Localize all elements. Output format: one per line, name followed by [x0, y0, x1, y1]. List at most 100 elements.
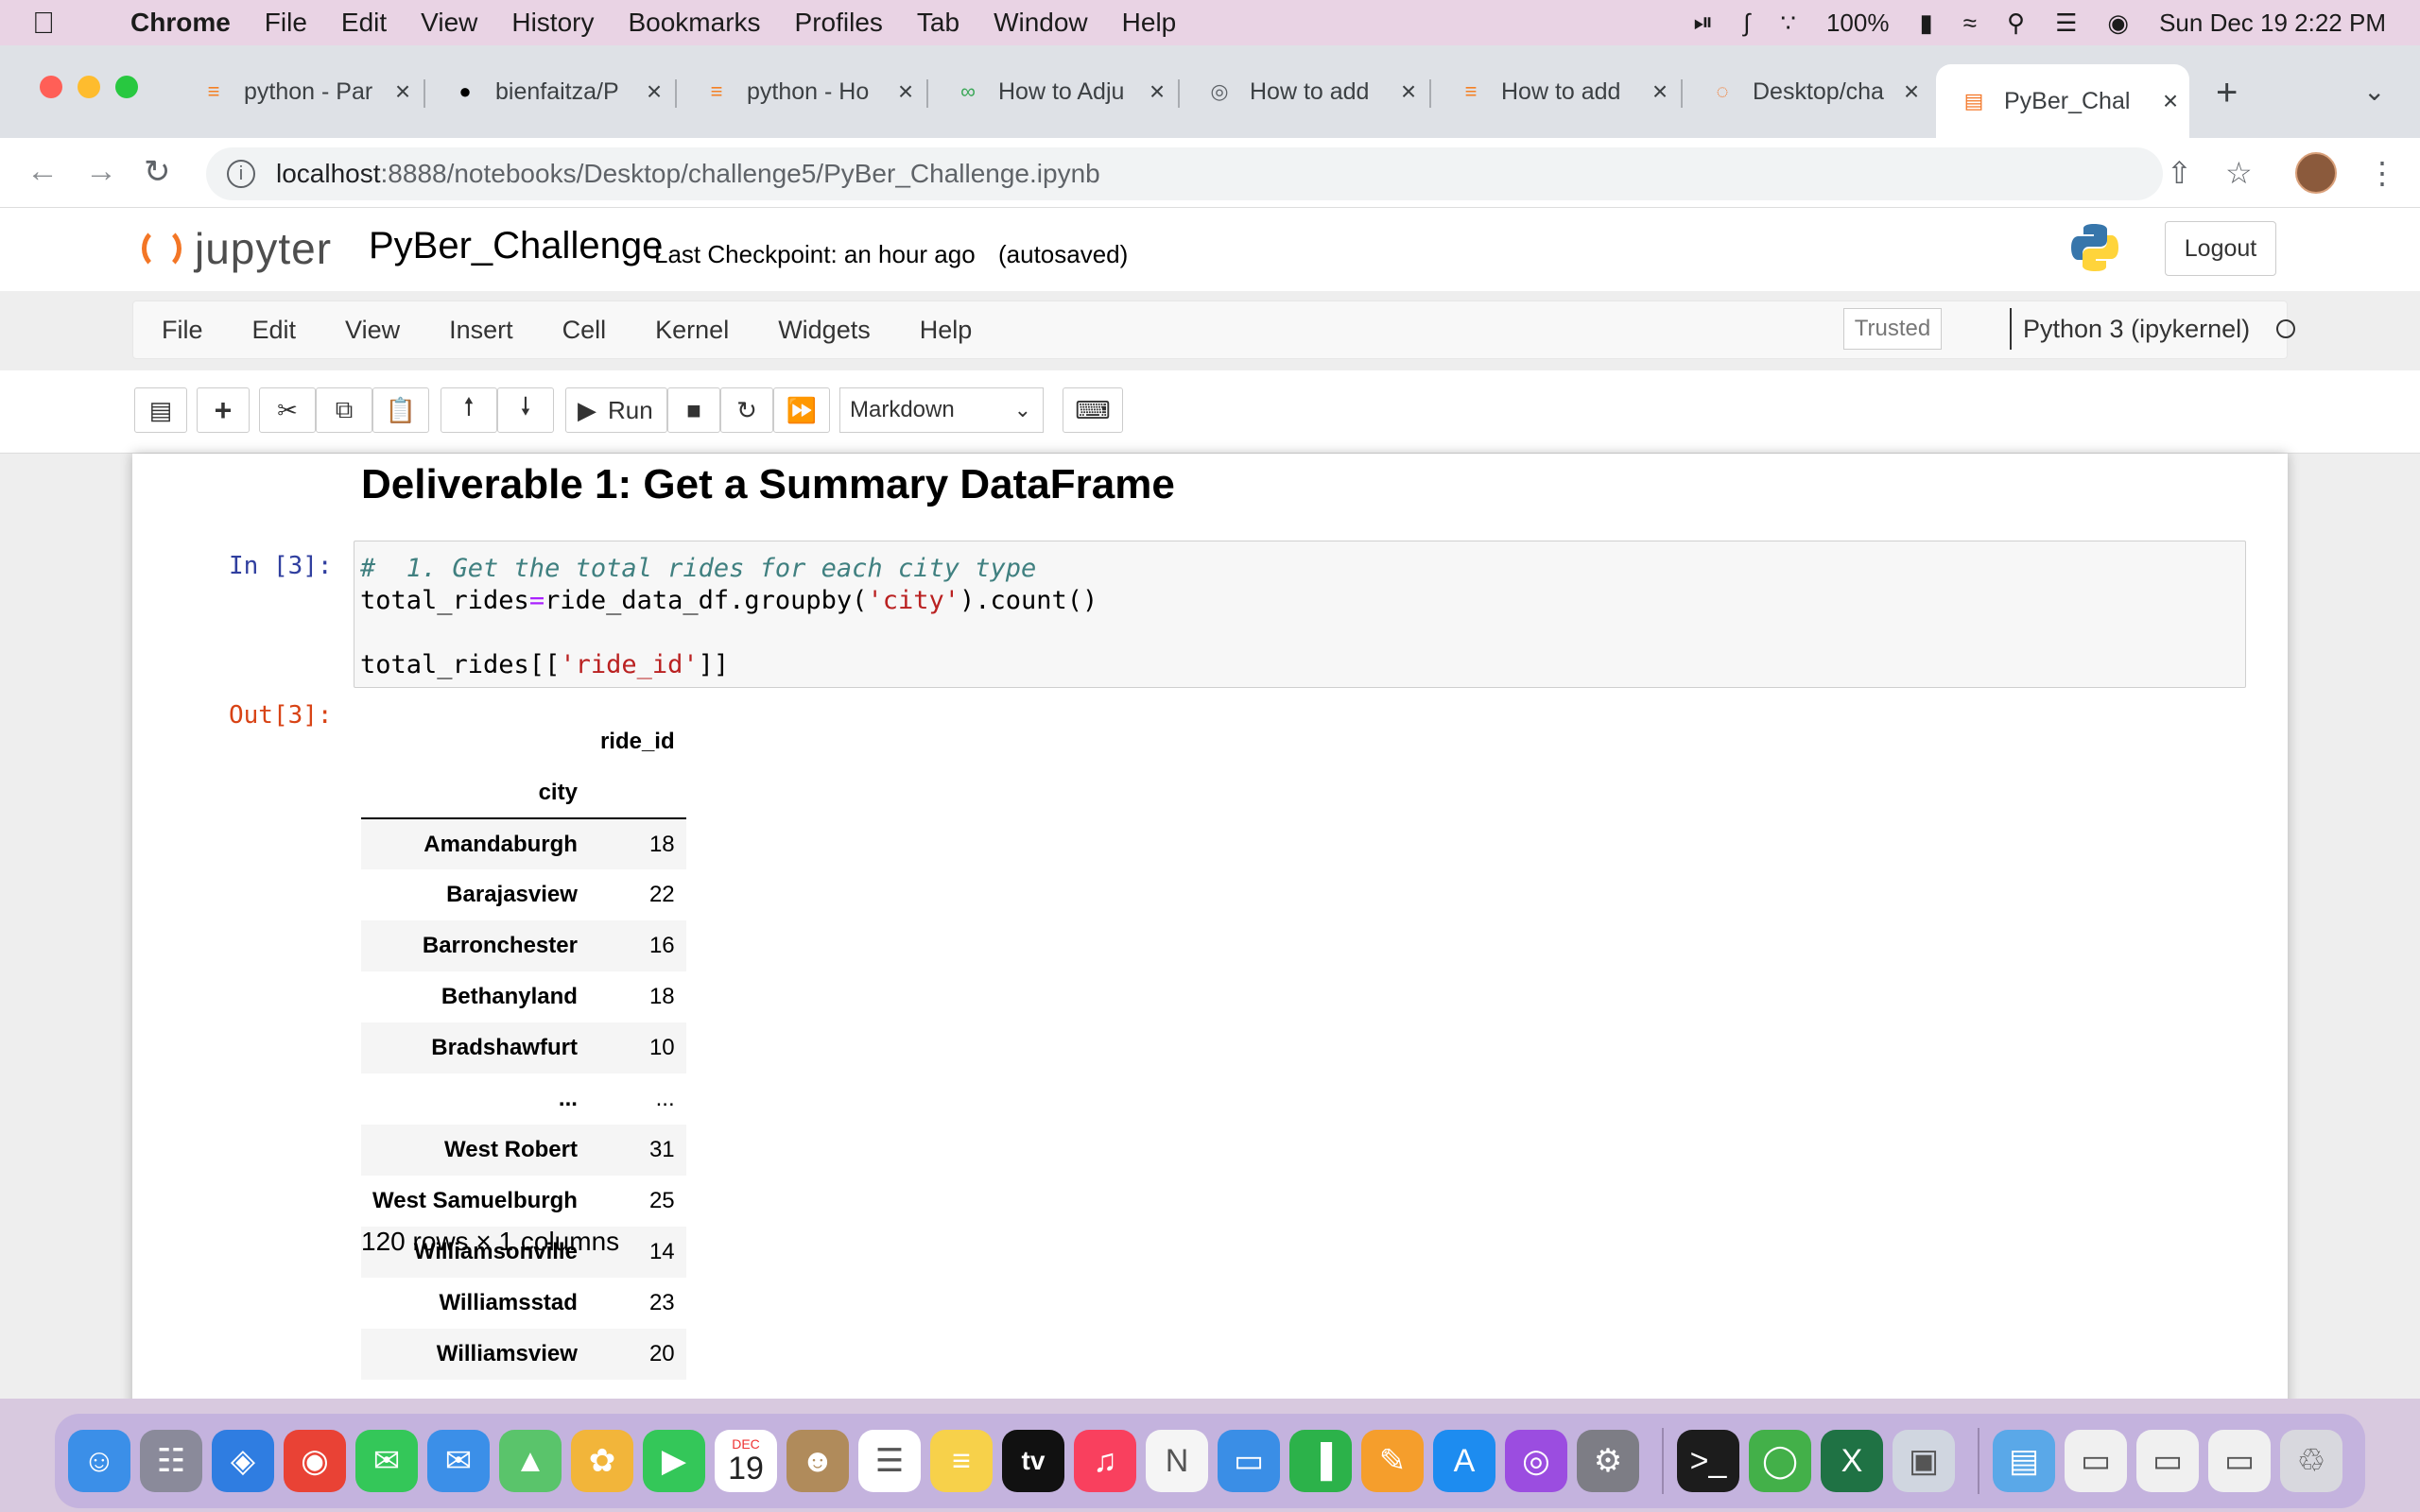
zoom-window-button[interactable] — [115, 76, 138, 98]
photos-icon[interactable]: ✿ — [571, 1430, 633, 1492]
browser-tab[interactable]: ▤ PyBer_Chal × — [1936, 64, 2189, 138]
code-cell[interactable]: # 1. Get the total rides for each city t… — [354, 541, 2246, 688]
reminders-icon[interactable]: ☰ — [858, 1430, 921, 1492]
menu-view[interactable]: View — [421, 8, 477, 38]
close-tab-icon[interactable]: × — [1138, 77, 1176, 107]
control-center-icon[interactable]: ☰ — [2055, 9, 2077, 38]
reload-icon[interactable]: ↻ — [144, 153, 171, 191]
battery-percent[interactable]: 100% — [1826, 9, 1890, 38]
nb-menu-widgets[interactable]: Widgets — [778, 316, 871, 345]
play-icon[interactable]: ⏯ — [1693, 8, 1713, 38]
launchpad-icon[interactable]: ☷ — [140, 1430, 202, 1492]
apple-icon[interactable]:  — [32, 6, 83, 41]
folder-icon[interactable]: ▤ — [1993, 1430, 2055, 1492]
appstore-icon[interactable]: A — [1433, 1430, 1495, 1492]
menu-bookmarks[interactable]: Bookmarks — [628, 8, 760, 38]
browser-tab[interactable]: ≡ python - Par × — [176, 64, 422, 119]
settings-icon[interactable]: ⚙ — [1577, 1430, 1639, 1492]
insert-cell-button[interactable]: + — [197, 387, 250, 433]
notes-icon[interactable]: ≡ — [930, 1430, 993, 1492]
nb-menu-edit[interactable]: Edit — [252, 316, 297, 345]
mail-icon[interactable]: ✉ — [427, 1430, 490, 1492]
notebook-title[interactable]: PyBer_Challenge — [369, 225, 663, 267]
command-palette-button[interactable]: ⌨ — [1063, 387, 1123, 433]
back-icon[interactable]: ← — [26, 153, 59, 190]
close-tab-icon[interactable]: × — [1390, 77, 1427, 107]
menu-profiles[interactable]: Profiles — [795, 8, 883, 38]
clock-datetime[interactable]: Sun Dec 19 2:22 PM — [2159, 9, 2386, 38]
logout-button[interactable]: Logout — [2165, 221, 2276, 276]
window-thumb-icon[interactable]: ▭ — [2136, 1430, 2199, 1492]
nb-menu-kernel[interactable]: Kernel — [655, 316, 729, 345]
music-icon[interactable]: ♫ — [1074, 1430, 1136, 1492]
save-button[interactable]: ▤ — [134, 387, 187, 433]
move-down-button[interactable]: 🠗 — [497, 387, 554, 433]
pages-icon[interactable]: ✎ — [1361, 1430, 1424, 1492]
move-up-button[interactable]: 🠕 — [441, 387, 497, 433]
profile-avatar[interactable] — [2295, 152, 2337, 194]
excel-icon[interactable]: X — [1821, 1430, 1883, 1492]
new-tab-icon[interactable]: + — [2216, 72, 2238, 114]
browser-tab[interactable]: ≡ How to add × — [1433, 64, 1679, 119]
cell-type-select[interactable]: Markdown ⌄ — [839, 387, 1044, 433]
bookmark-star-icon[interactable]: ☆ — [2225, 155, 2253, 191]
restart-run-all-button[interactable]: ⏩ — [773, 387, 830, 433]
minimize-window-button[interactable] — [78, 76, 100, 98]
news-icon[interactable]: N — [1146, 1430, 1208, 1492]
numbers-icon[interactable]: ▐ — [1289, 1430, 1352, 1492]
close-tab-icon[interactable]: × — [1893, 77, 1930, 107]
window-thumb-icon[interactable]: ▭ — [2208, 1430, 2271, 1492]
site-info-icon[interactable]: i — [227, 160, 255, 188]
menu-help[interactable]: Help — [1122, 8, 1177, 38]
battery-icon[interactable]: ▮ — [1919, 9, 1932, 38]
maps-icon[interactable]: ▲ — [499, 1430, 562, 1492]
finder-icon[interactable]: ☺ — [68, 1430, 130, 1492]
browser-tab[interactable]: ≡ python - Ho × — [679, 64, 925, 119]
trash-icon[interactable]: ♲ — [2280, 1430, 2342, 1492]
spotlight-icon[interactable]: ⚲ — [2007, 9, 2025, 38]
jupyter-logo[interactable]: jupyter — [142, 223, 332, 274]
menu-tab[interactable]: Tab — [917, 8, 959, 38]
chrome-menu-icon[interactable]: ⋮ — [2367, 155, 2397, 191]
nb-menu-insert[interactable]: Insert — [449, 316, 513, 345]
menu-history[interactable]: History — [511, 8, 594, 38]
browser-tab[interactable]: ◌ Desktop/cha × — [1685, 64, 1930, 119]
browser-tab[interactable]: ◎ How to add × — [1182, 64, 1427, 119]
kernel-indicator[interactable]: Python 3 (ipykernel) — [2010, 308, 2296, 350]
nb-menu-help[interactable]: Help — [920, 316, 973, 345]
podcasts-icon[interactable]: ◎ — [1505, 1430, 1567, 1492]
browser-tab[interactable]: ● bienfaitza/P × — [427, 64, 673, 119]
close-tab-icon[interactable]: × — [384, 77, 422, 107]
siri-icon[interactable]: ◉ — [2107, 9, 2129, 38]
menu-file[interactable]: File — [265, 8, 307, 38]
restart-button[interactable]: ↻ — [720, 387, 773, 433]
close-tab-icon[interactable]: × — [1641, 77, 1679, 107]
trusted-indicator[interactable]: Trusted — [1843, 308, 1942, 350]
dots-icon[interactable]: ∵ — [1780, 9, 1796, 38]
share-icon[interactable]: ⇧ — [2167, 155, 2192, 191]
menu-window[interactable]: Window — [994, 8, 1088, 38]
close-window-button[interactable] — [40, 76, 62, 98]
copy-button[interactable]: ⧉ — [316, 387, 372, 433]
bluetooth-icon[interactable]: ∫ — [1743, 9, 1750, 38]
messages-icon[interactable]: ✉ — [355, 1430, 418, 1492]
run-button[interactable]: ▶ Run — [565, 387, 667, 433]
wifi-icon[interactable]: ≈ — [1963, 9, 1977, 38]
close-tab-icon[interactable]: × — [635, 77, 673, 107]
safari-icon[interactable]: ◈ — [212, 1430, 274, 1492]
window-thumb-icon[interactable]: ▭ — [2065, 1430, 2127, 1492]
keynote-icon[interactable]: ▭ — [1218, 1430, 1280, 1492]
tab-search-icon[interactable]: ⌄ — [2363, 76, 2385, 107]
menu-edit[interactable]: Edit — [341, 8, 387, 38]
calendar-icon[interactable]: DEC 19 — [715, 1430, 777, 1492]
cut-button[interactable]: ✂ — [259, 387, 316, 433]
paste-button[interactable]: 📋 — [372, 387, 429, 433]
terminal-icon[interactable]: >_ — [1677, 1430, 1739, 1492]
nb-menu-cell[interactable]: Cell — [562, 316, 607, 345]
preview-icon[interactable]: ▣ — [1893, 1430, 1955, 1492]
browser-tab[interactable]: ∞ How to Adju × — [930, 64, 1176, 119]
menu-app-chrome[interactable]: Chrome — [130, 8, 231, 38]
close-tab-icon[interactable]: × — [2152, 86, 2189, 116]
chrome-icon[interactable]: ◉ — [284, 1430, 346, 1492]
appletv-icon[interactable]: tv — [1002, 1430, 1064, 1492]
